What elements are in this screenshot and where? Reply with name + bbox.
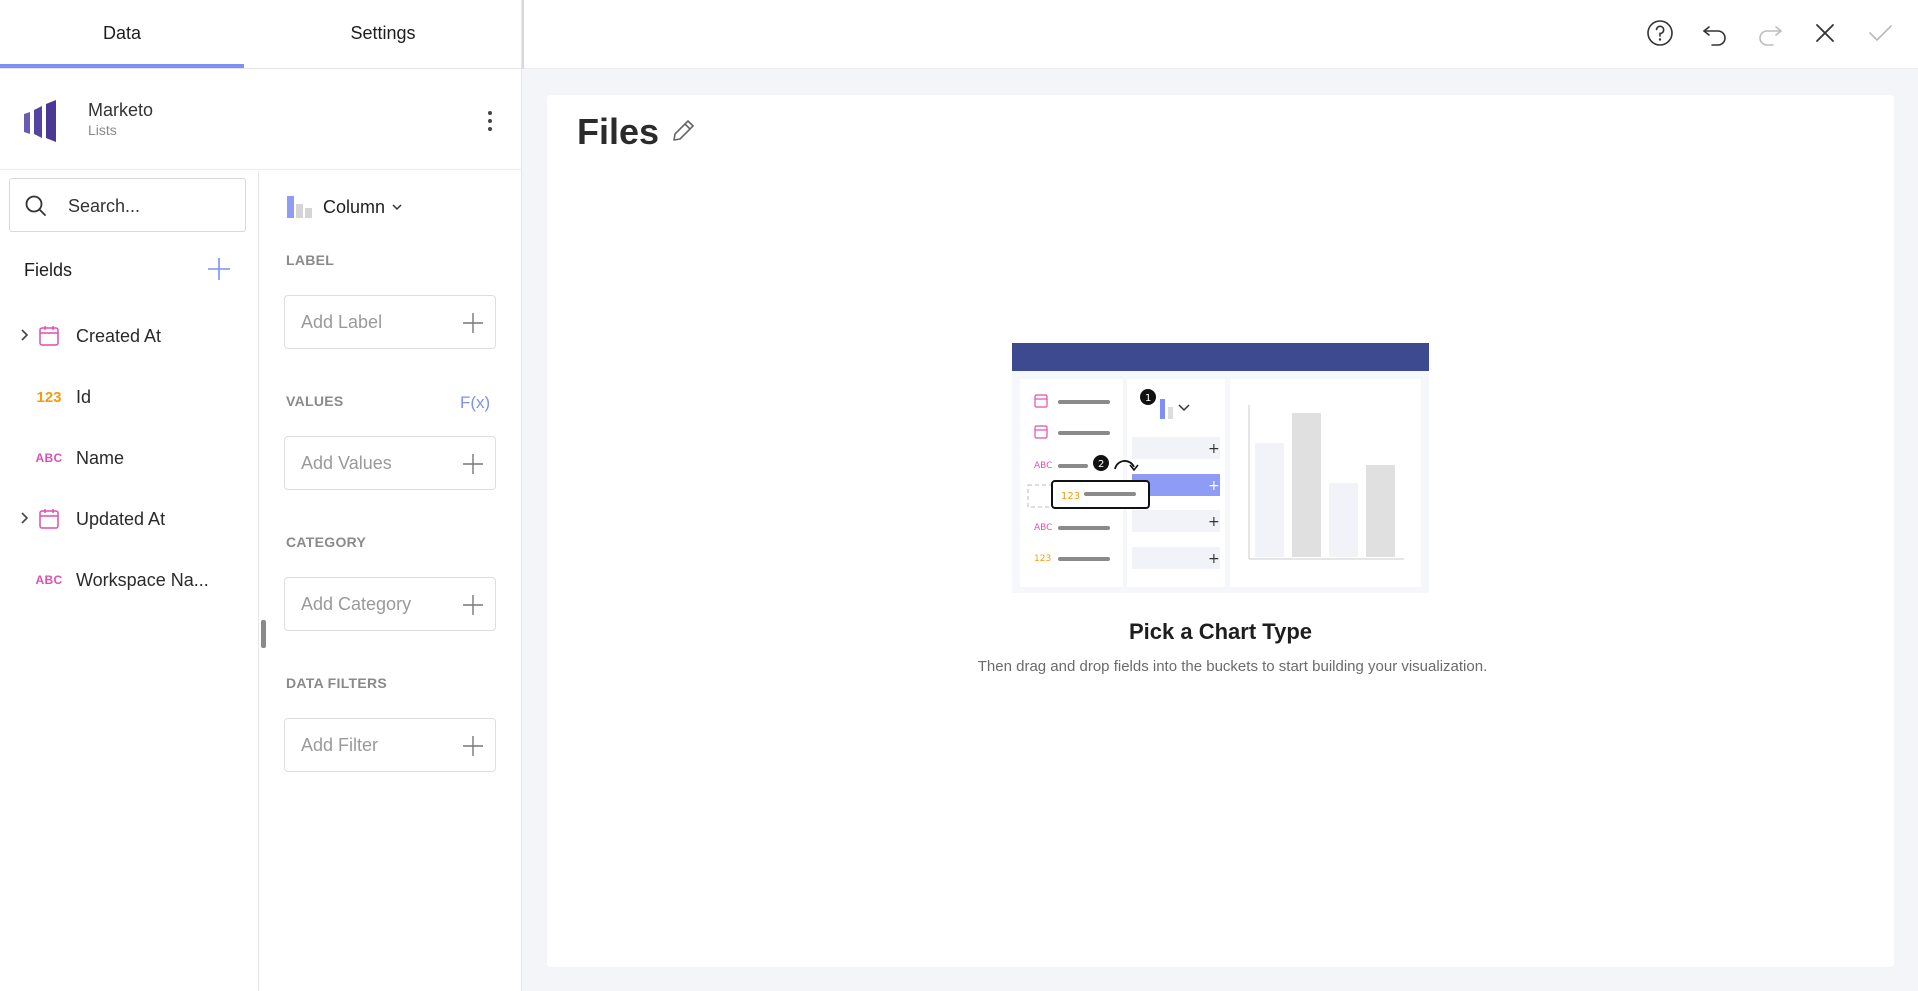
top-toolbar	[524, 0, 1918, 69]
chart-type-label: Column	[323, 196, 386, 217]
data-source-header: Marketo Lists	[0, 70, 522, 170]
pencil-icon[interactable]	[669, 117, 697, 145]
plus-icon[interactable]	[461, 452, 485, 476]
field-label: Id	[76, 387, 92, 407]
search-box[interactable]	[9, 178, 246, 232]
search-icon	[25, 195, 46, 216]
more-options-icon[interactable]	[480, 106, 500, 136]
field-label: Name	[76, 448, 125, 468]
svg-text:+: +	[1208, 514, 1220, 530]
step-1-badge: 1	[1145, 393, 1151, 404]
number-type-icon: 123	[36, 388, 62, 406]
data-panel: Data Settings Marketo Lists Fields	[0, 0, 522, 991]
add-filter-bucket[interactable]: Add Filter	[284, 718, 496, 772]
category-bucket-title: CATEGORY	[286, 534, 367, 550]
add-label-bucket[interactable]: Add Label	[284, 295, 496, 349]
text-type-icon: ABC	[35, 573, 63, 587]
tab-settings[interactable]: Settings	[244, 0, 522, 66]
visualization-canvas: Files ABC ABC 123 + + + + 1 2 123 Pick a…	[547, 95, 1894, 967]
add-field-icon[interactable]	[206, 256, 232, 282]
label-bucket-title: LABEL	[286, 252, 335, 268]
column-chart-icon	[287, 196, 312, 218]
empty-state-title: Pick a Chart Type	[1129, 619, 1312, 644]
data-source-subtitle: Lists	[88, 122, 117, 138]
checkmark-icon[interactable]	[1865, 18, 1895, 48]
chevron-right-icon[interactable]	[18, 328, 32, 342]
bucket-placeholder: Add Values	[301, 453, 392, 473]
calendar-icon	[39, 509, 59, 529]
field-label: Workspace Na...	[76, 570, 209, 590]
fields-list-panel: Fields Created At 123 Id ABC Name	[0, 171, 259, 991]
help-icon[interactable]	[1645, 18, 1675, 48]
field-item-updated-at[interactable]: Updated At	[0, 494, 258, 544]
active-tab-indicator	[0, 64, 244, 68]
field-item-workspace-name[interactable]: ABC Workspace Na...	[0, 555, 258, 605]
redo-icon[interactable]	[1755, 18, 1785, 48]
tab-data[interactable]: Data	[0, 0, 244, 66]
bucket-placeholder: Add Filter	[301, 735, 379, 755]
data-filters-bucket-title: DATA FILTERS	[286, 675, 388, 691]
illustration-abc-label: ABC	[1034, 523, 1052, 533]
buckets-panel: Column LABEL Add Label VALUES F(x) Add V…	[260, 171, 522, 991]
empty-state-description: Then drag and drop fields into the bucke…	[977, 658, 1488, 675]
add-values-bucket[interactable]: Add Values	[284, 436, 496, 490]
svg-text:+: +	[1208, 478, 1220, 494]
calendar-icon	[39, 326, 59, 346]
visualization-title[interactable]: Files	[577, 111, 659, 153]
svg-text:+: +	[1208, 551, 1220, 567]
undo-icon[interactable]	[1700, 18, 1730, 48]
field-item-id[interactable]: 123 Id	[0, 372, 258, 422]
plus-icon[interactable]	[461, 311, 485, 335]
fields-heading: Fields	[24, 260, 73, 280]
add-category-bucket[interactable]: Add Category	[284, 577, 496, 631]
plus-icon[interactable]	[461, 734, 485, 758]
chart-type-dropdown[interactable]: Column	[285, 191, 403, 223]
svg-text:+: +	[1208, 441, 1220, 457]
close-icon[interactable]	[1810, 18, 1840, 48]
calculated-field-button[interactable]: F(x)	[460, 393, 490, 413]
illustration-num-label: 123	[1061, 491, 1080, 502]
marketo-logo-icon	[24, 100, 56, 142]
field-label: Created At	[76, 326, 162, 346]
field-label: Updated At	[76, 509, 166, 529]
bucket-placeholder: Add Label	[301, 312, 383, 332]
plus-icon[interactable]	[461, 593, 485, 617]
values-bucket-title: VALUES	[286, 393, 344, 409]
data-source-name: Marketo	[88, 100, 154, 120]
pick-chart-type-illustration: ABC ABC 123 + + + + 1 2 123	[1012, 343, 1429, 593]
search-input[interactable]	[68, 191, 238, 221]
field-item-created-at[interactable]: Created At	[0, 311, 258, 361]
bucket-placeholder: Add Category	[301, 594, 412, 614]
text-type-icon: ABC	[35, 451, 63, 465]
chevron-right-icon[interactable]	[18, 511, 32, 525]
step-2-badge: 2	[1098, 459, 1104, 470]
panel-tabs: Data Settings	[0, 0, 522, 69]
illustration-abc-label: ABC	[1034, 461, 1052, 471]
field-item-name[interactable]: ABC Name	[0, 433, 258, 483]
illustration-num-label: 123	[1034, 554, 1051, 564]
chevron-down-icon	[392, 204, 402, 211]
